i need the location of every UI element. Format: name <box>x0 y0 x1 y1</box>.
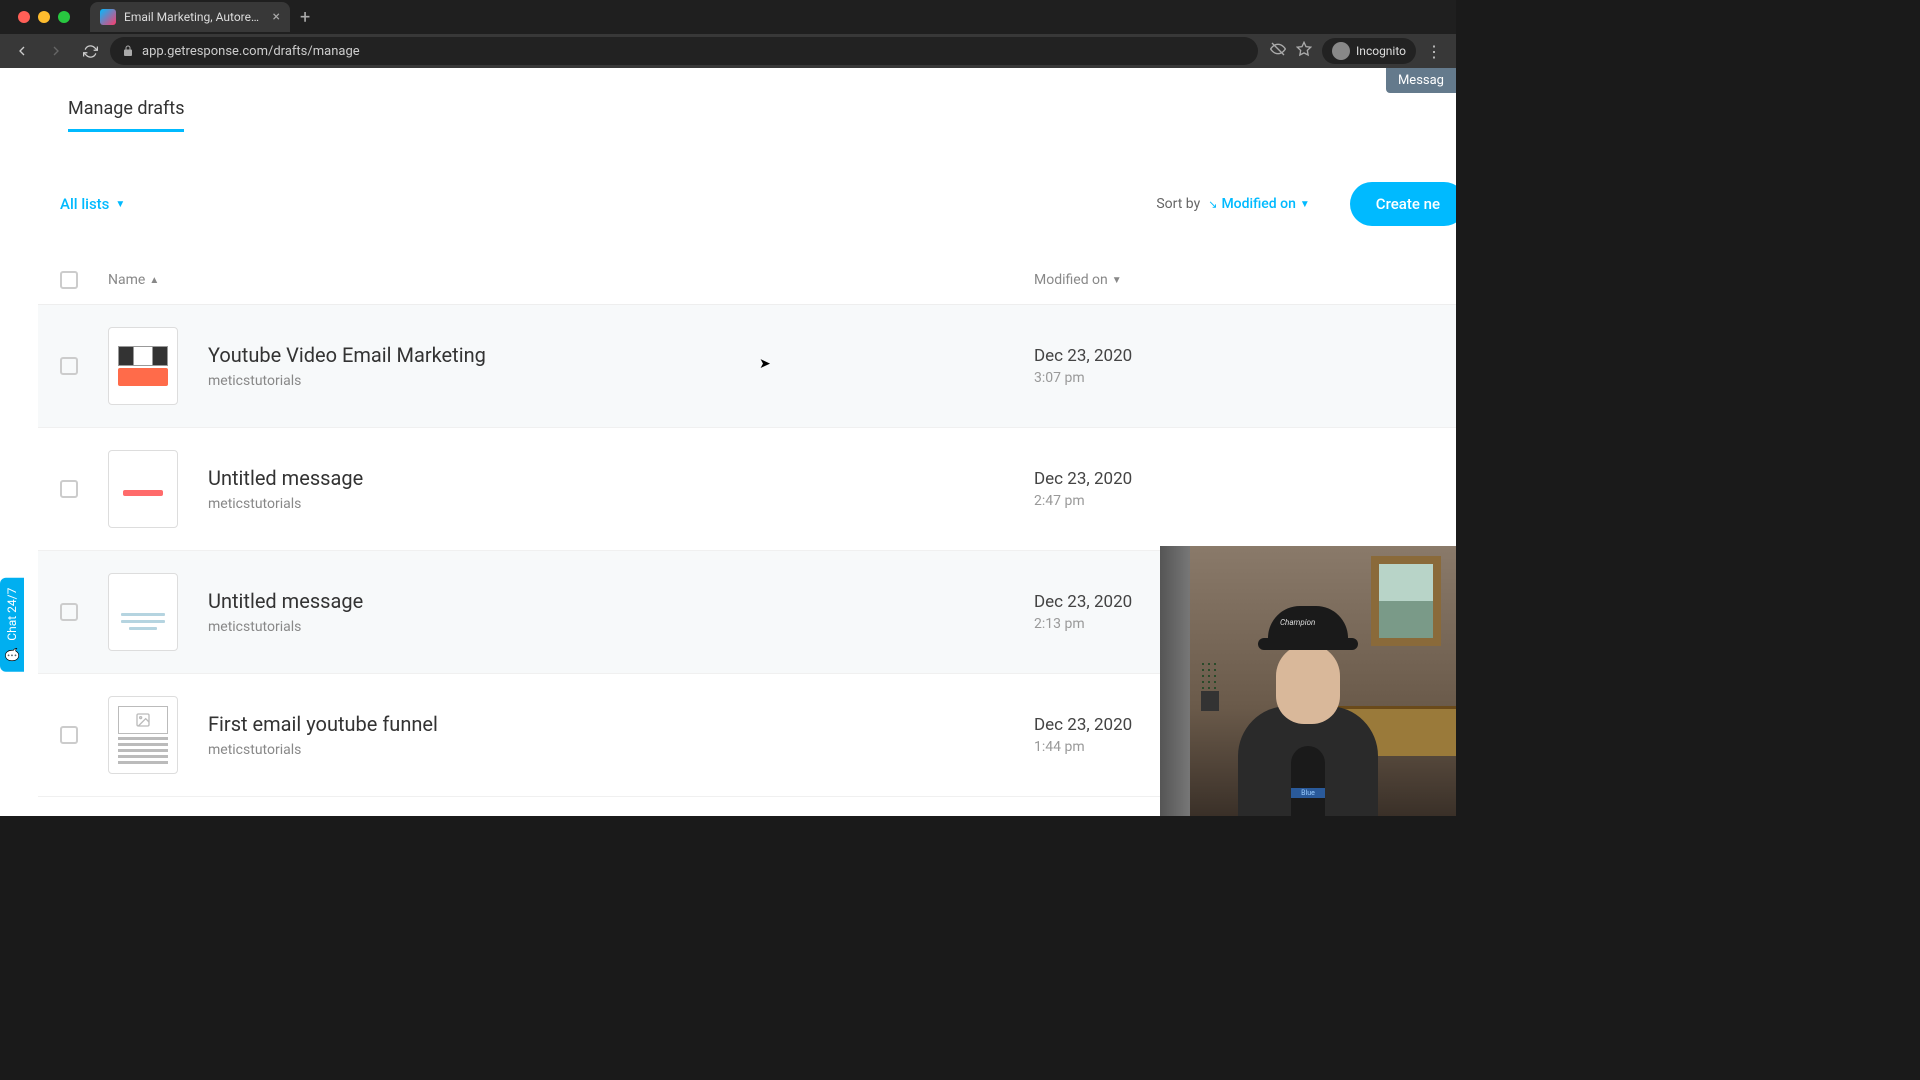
browser-menu-icon[interactable]: ⋮ <box>1426 42 1442 61</box>
table-row[interactable]: Untitled message meticstutorials Dec 23,… <box>38 428 1456 551</box>
draft-thumbnail <box>108 327 178 405</box>
table-row[interactable]: Youtube Video Email Marketing meticstuto… <box>38 305 1456 428</box>
draft-list: meticstutorials <box>208 373 1034 389</box>
url-field[interactable]: app.getresponse.com/drafts/manage <box>110 37 1258 65</box>
name-cell: Untitled message meticstutorials <box>208 589 1034 635</box>
draft-name: Youtube Video Email Marketing <box>208 343 1034 367</box>
tab-title: Email Marketing, Autorespond <box>124 10 265 24</box>
incognito-label: Incognito <box>1356 44 1406 58</box>
name-cell: Youtube Video Email Marketing meticstuto… <box>208 343 1034 389</box>
draft-name: Untitled message <box>208 589 1034 613</box>
incognito-badge[interactable]: Incognito <box>1322 38 1416 64</box>
back-button[interactable] <box>8 37 36 65</box>
new-tab-button[interactable]: + <box>290 7 320 28</box>
filter-row: All lists ▼ Sort by ↘ Modified on ▼ Crea… <box>38 142 1456 256</box>
browser-tab[interactable]: Email Marketing, Autorespond × <box>90 2 290 32</box>
url-text: app.getresponse.com/drafts/manage <box>142 44 360 59</box>
favicon-icon <box>100 9 116 25</box>
column-modified-header[interactable]: Modified on ▼ <box>1034 272 1434 288</box>
chat-widget[interactable]: 💬 Chat 24/7 <box>0 578 24 672</box>
draft-date: Dec 23, 2020 <box>1034 469 1434 489</box>
select-all-checkbox[interactable] <box>60 271 78 289</box>
table-header: Name ▲ Modified on ▼ <box>38 256 1456 305</box>
window-close-icon[interactable] <box>18 11 30 23</box>
window-minimize-icon[interactable] <box>38 11 50 23</box>
date-cell: Dec 23, 2020 3:07 pm <box>1034 346 1434 386</box>
sort-section: Sort by ↘ Modified on ▼ <box>1156 196 1309 212</box>
incognito-icon <box>1332 42 1350 60</box>
all-lists-dropdown[interactable]: All lists ▼ <box>60 195 125 213</box>
reload-button[interactable] <box>76 37 104 65</box>
image-placeholder-icon <box>118 706 168 734</box>
draft-thumbnail <box>108 573 178 651</box>
address-bar: app.getresponse.com/drafts/manage Incogn… <box>0 34 1456 68</box>
notification-banner[interactable]: Messag <box>1386 68 1456 93</box>
row-checkbox[interactable] <box>60 603 78 621</box>
row-checkbox[interactable] <box>60 357 78 375</box>
draft-thumbnail <box>108 450 178 528</box>
chevron-down-icon: ▼ <box>115 199 125 210</box>
draft-list: meticstutorials <box>208 742 1034 758</box>
tracking-icon[interactable] <box>1270 41 1286 61</box>
toolbar-right: Incognito ⋮ <box>1264 38 1448 64</box>
draft-list: meticstutorials <box>208 619 1034 635</box>
date-cell: Dec 23, 2020 2:47 pm <box>1034 469 1434 509</box>
webcam-overlay: Champion Blue <box>1160 546 1456 816</box>
lock-icon <box>122 42 134 61</box>
sort-by-dropdown[interactable]: ↘ Modified on ▼ <box>1208 196 1310 212</box>
draft-time: 3:07 pm <box>1034 370 1434 386</box>
column-name-header[interactable]: Name ▲ <box>108 272 1034 288</box>
window-maximize-icon[interactable] <box>58 11 70 23</box>
sort-by-label: Sort by <box>1156 196 1200 212</box>
name-cell: First email youtube funnel meticstutoria… <box>208 712 1034 758</box>
draft-time: 2:47 pm <box>1034 493 1434 509</box>
tab-bar: Email Marketing, Autorespond × + <box>0 0 1456 34</box>
page-tab-manage-drafts[interactable]: Manage drafts <box>38 68 184 142</box>
draft-name: First email youtube funnel <box>208 712 1034 736</box>
row-checkbox[interactable] <box>60 726 78 744</box>
chevron-down-icon: ▼ <box>1300 199 1310 210</box>
draft-list: meticstutorials <box>208 496 1034 512</box>
create-new-button[interactable]: Create ne <box>1350 182 1456 226</box>
name-cell: Untitled message meticstutorials <box>208 466 1034 512</box>
chat-icon: 💬 <box>5 647 19 662</box>
draft-name: Untitled message <box>208 466 1034 490</box>
sort-desc-icon: ▼ <box>1112 275 1122 286</box>
window-controls <box>8 11 80 23</box>
bookmark-star-icon[interactable] <box>1296 41 1312 61</box>
close-tab-icon[interactable]: × <box>273 9 280 25</box>
browser-chrome: Email Marketing, Autorespond × + app.get… <box>0 0 1456 68</box>
sort-asc-icon: ▲ <box>149 275 159 286</box>
draft-thumbnail <box>108 696 178 774</box>
draft-date: Dec 23, 2020 <box>1034 346 1434 366</box>
row-checkbox[interactable] <box>60 480 78 498</box>
forward-button[interactable] <box>42 37 70 65</box>
page-viewport: Messag Manage drafts All lists ▼ Sort by… <box>0 68 1456 816</box>
sort-direction-icon: ↘ <box>1208 198 1217 211</box>
